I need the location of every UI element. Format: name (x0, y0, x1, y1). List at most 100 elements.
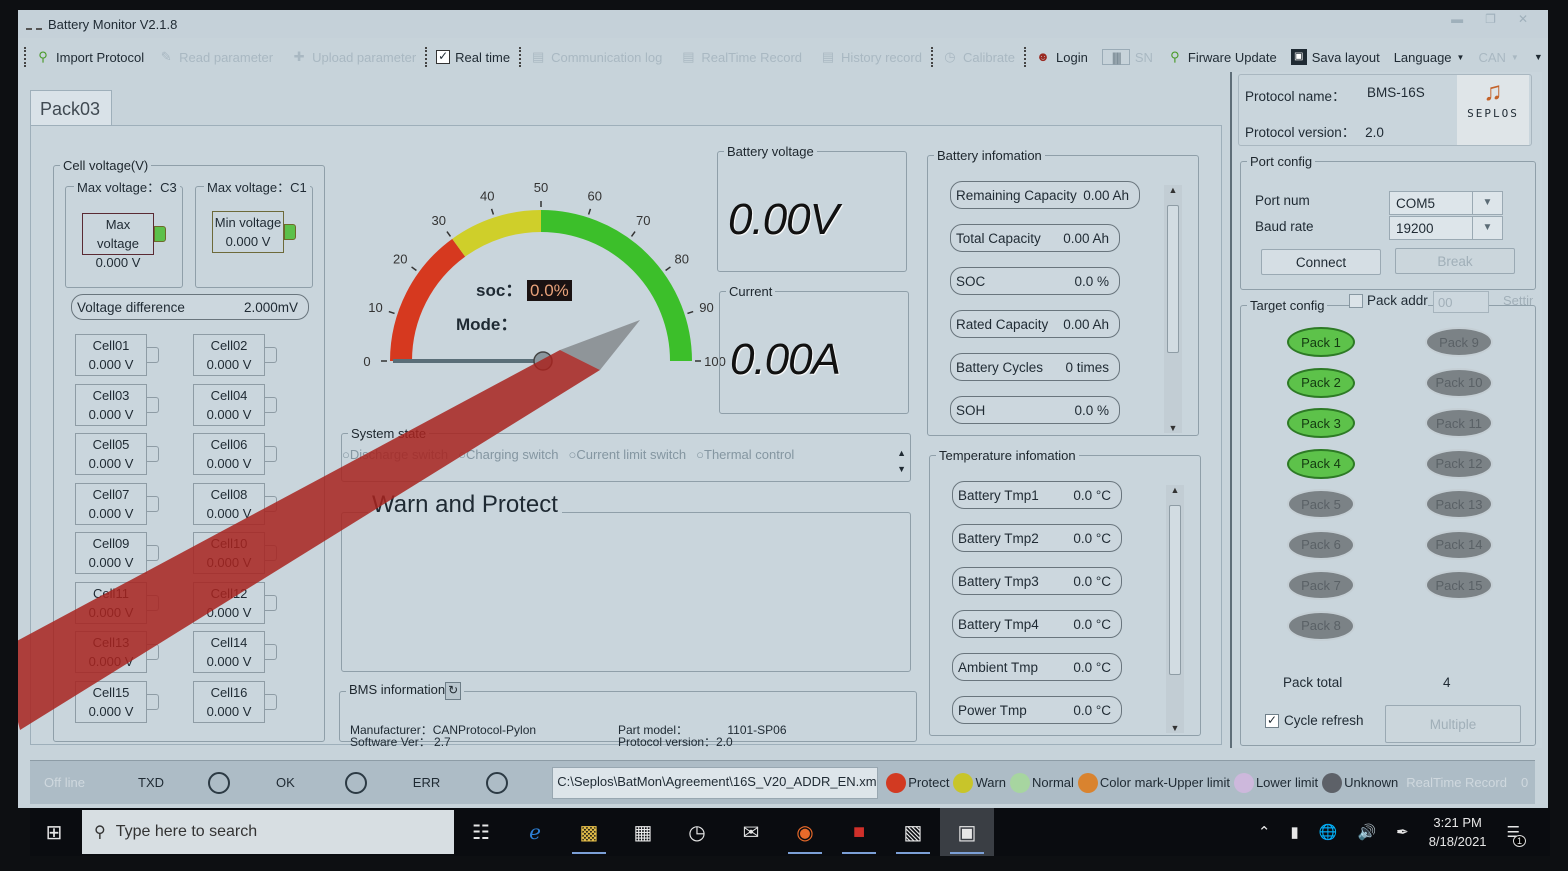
history-record-button[interactable]: ▤ History record (813, 42, 929, 72)
language-menu[interactable]: Language ▼ (1387, 42, 1472, 72)
toolbar-grip[interactable] (519, 47, 522, 67)
break-button[interactable]: Break (1395, 248, 1515, 274)
radio-icon[interactable]: ○ (458, 447, 466, 462)
acrobat-icon[interactable]: ■ (832, 808, 886, 856)
can-menu[interactable]: CAN ▼ (1471, 42, 1525, 72)
toolbar-grip[interactable] (1024, 47, 1026, 67)
network-icon[interactable]: 🌐 (1319, 823, 1338, 841)
show-hidden-icons[interactable]: ⌃ (1258, 823, 1271, 841)
pack-button-15[interactable]: Pack 15 (1425, 570, 1493, 600)
radio-icon[interactable]: ○ (696, 447, 704, 462)
checkbox-icon[interactable] (1349, 293, 1363, 308)
toolbar-grip[interactable] (24, 47, 26, 67)
toolbar-grip[interactable] (930, 47, 933, 67)
file-explorer-icon[interactable]: ▩ (562, 808, 616, 856)
close-button[interactable]: ✕ (1518, 12, 1528, 26)
scroll-up-icon[interactable]: ▲ (1166, 485, 1184, 495)
pack-button-4[interactable]: Pack 4 (1287, 448, 1355, 479)
system-state-option[interactable]: ○Charging switch (458, 447, 558, 462)
notifications-icon[interactable]: ☰ 1 (1507, 823, 1526, 847)
baud-rate-select[interactable]: 19200 ▼ (1389, 216, 1503, 240)
refresh-icon[interactable]: ↻ (445, 682, 462, 700)
battery-info-scrollbar[interactable]: ▲ ▼ (1164, 185, 1182, 433)
protocol-version-value: 2.0 (1365, 125, 1384, 140)
setting-button[interactable]: Setting (1503, 293, 1533, 308)
pack-button-2[interactable]: Pack 2 (1287, 367, 1355, 398)
pack-button-6[interactable]: Pack 6 (1287, 529, 1355, 560)
battery-monitor-icon[interactable]: ▣ (940, 808, 994, 856)
tab-pack03[interactable]: Pack03 (30, 90, 112, 126)
communication-log-button[interactable]: ▤ Communication log (523, 42, 669, 72)
cell-name: Cell13 (92, 635, 130, 650)
pack-button-10[interactable]: Pack 10 (1425, 367, 1493, 398)
cell-value: 0.000 V (88, 406, 134, 422)
scroll-down-icon[interactable]: ▼ (1164, 423, 1182, 433)
toolbar-overflow-icon[interactable]: ▼ (1530, 52, 1547, 62)
checkbox-icon[interactable]: ✓ (1265, 713, 1279, 728)
pack-button-12[interactable]: Pack 12 (1425, 448, 1493, 479)
pack-addr-input[interactable] (1433, 291, 1489, 313)
target-config-group: Target config Pack addr Setting Pack 1 Pa… (1240, 291, 1536, 746)
pack-button-7[interactable]: Pack 7 (1287, 570, 1355, 600)
temperature-info-title: Temperature infomation (939, 448, 1076, 463)
system-state-option[interactable]: ○Discharge switch (342, 447, 448, 462)
pack-button-14[interactable]: Pack 14 (1425, 529, 1493, 560)
battery-terminal-icon (147, 495, 159, 512)
volume-icon[interactable]: 🔊 (1357, 823, 1376, 841)
calibrate-button[interactable]: ◷ Calibrate (935, 42, 1022, 72)
connect-button[interactable]: Connect (1261, 249, 1381, 275)
read-parameter-button[interactable]: ✎ Read parameter (151, 42, 280, 72)
pack-button-9[interactable]: Pack 9 (1425, 327, 1493, 357)
firmware-update-button[interactable]: ⚲ Firware Update (1160, 42, 1284, 72)
item-value: 0.0 °C (1073, 659, 1111, 675)
minimize-button[interactable]: ▬ (1451, 12, 1463, 26)
import-protocol-button[interactable]: ⚲ Import Protocol (28, 42, 151, 72)
sn-button[interactable]: |||||| SN (1095, 42, 1160, 72)
pack-button-5[interactable]: Pack 5 (1287, 489, 1355, 519)
pack-button-11[interactable]: Pack 11 (1425, 408, 1493, 438)
upload-parameter-button[interactable]: ✚ Upload parameter (284, 42, 423, 72)
system-state-option[interactable]: ○Current limit switch (568, 447, 686, 462)
history-record-label: History record (841, 49, 922, 65)
system-state-option[interactable]: ○Thermal control (696, 447, 794, 462)
protocol-name-label: Protocol name： (1245, 89, 1346, 104)
system-state-scroll[interactable]: ▲ ▼ (897, 445, 906, 477)
taskbar-search[interactable]: ⚲ Type here to search (82, 810, 454, 854)
scroll-thumb[interactable] (1169, 505, 1181, 675)
soc-readout: soc： 0.0% (476, 276, 572, 301)
login-button[interactable]: ☻ Login (1028, 42, 1095, 72)
task-view-icon[interactable]: ☷ (454, 808, 508, 856)
dropdown-icon[interactable]: ▼ (1472, 192, 1502, 214)
edge-icon[interactable]: ℯ (508, 808, 562, 856)
scroll-down-icon[interactable]: ▼ (1166, 723, 1184, 733)
mail-icon[interactable]: ✉ (724, 808, 778, 856)
bms-info-title: BMS information (349, 682, 446, 697)
temperature-info-scrollbar[interactable]: ▲ ▼ (1166, 485, 1184, 733)
clock[interactable]: 3:21 PM 8/18/2021 (1429, 813, 1487, 851)
dropdown-icon[interactable]: ▼ (1472, 217, 1502, 239)
real-time-toggle[interactable]: ✓ Real time (429, 42, 517, 72)
cycle-refresh-toggle[interactable]: ✓ Cycle refresh (1265, 713, 1364, 728)
pack-button-8[interactable]: Pack 8 (1287, 610, 1355, 641)
firefox-icon[interactable]: ◉ (778, 808, 832, 856)
save-layout-button[interactable]: ▣ Sava layout (1284, 42, 1387, 72)
app-icon[interactable]: ▧ (886, 808, 940, 856)
pen-icon[interactable]: ✒ (1396, 823, 1409, 841)
restore-button[interactable]: ❐ (1485, 12, 1496, 26)
pack-addr-toggle[interactable]: Pack addr (1349, 293, 1428, 308)
clock-icon[interactable]: ◷ (670, 808, 724, 856)
edit-icon: ✎ (160, 49, 172, 64)
pack-button-3[interactable]: Pack 3 (1287, 408, 1355, 438)
realtime-record-button[interactable]: ▤ RealTime Record (673, 42, 809, 72)
pack-button-1[interactable]: Pack 1 (1287, 327, 1355, 357)
scroll-thumb[interactable] (1167, 205, 1179, 353)
battery-icon[interactable]: ▮ (1290, 823, 1298, 841)
pack-button-13[interactable]: Pack 13 (1425, 489, 1493, 519)
windows-start-icon[interactable]: ⊞ (30, 820, 78, 845)
multiple-button[interactable]: Multiple (1385, 705, 1521, 743)
toolbar-grip[interactable] (425, 47, 428, 67)
port-num-select[interactable]: COM5 ▼ (1389, 191, 1503, 215)
scroll-up-icon[interactable]: ▲ (1164, 185, 1182, 195)
store-icon[interactable]: ▦ (616, 808, 670, 856)
radio-icon[interactable]: ○ (342, 447, 350, 462)
